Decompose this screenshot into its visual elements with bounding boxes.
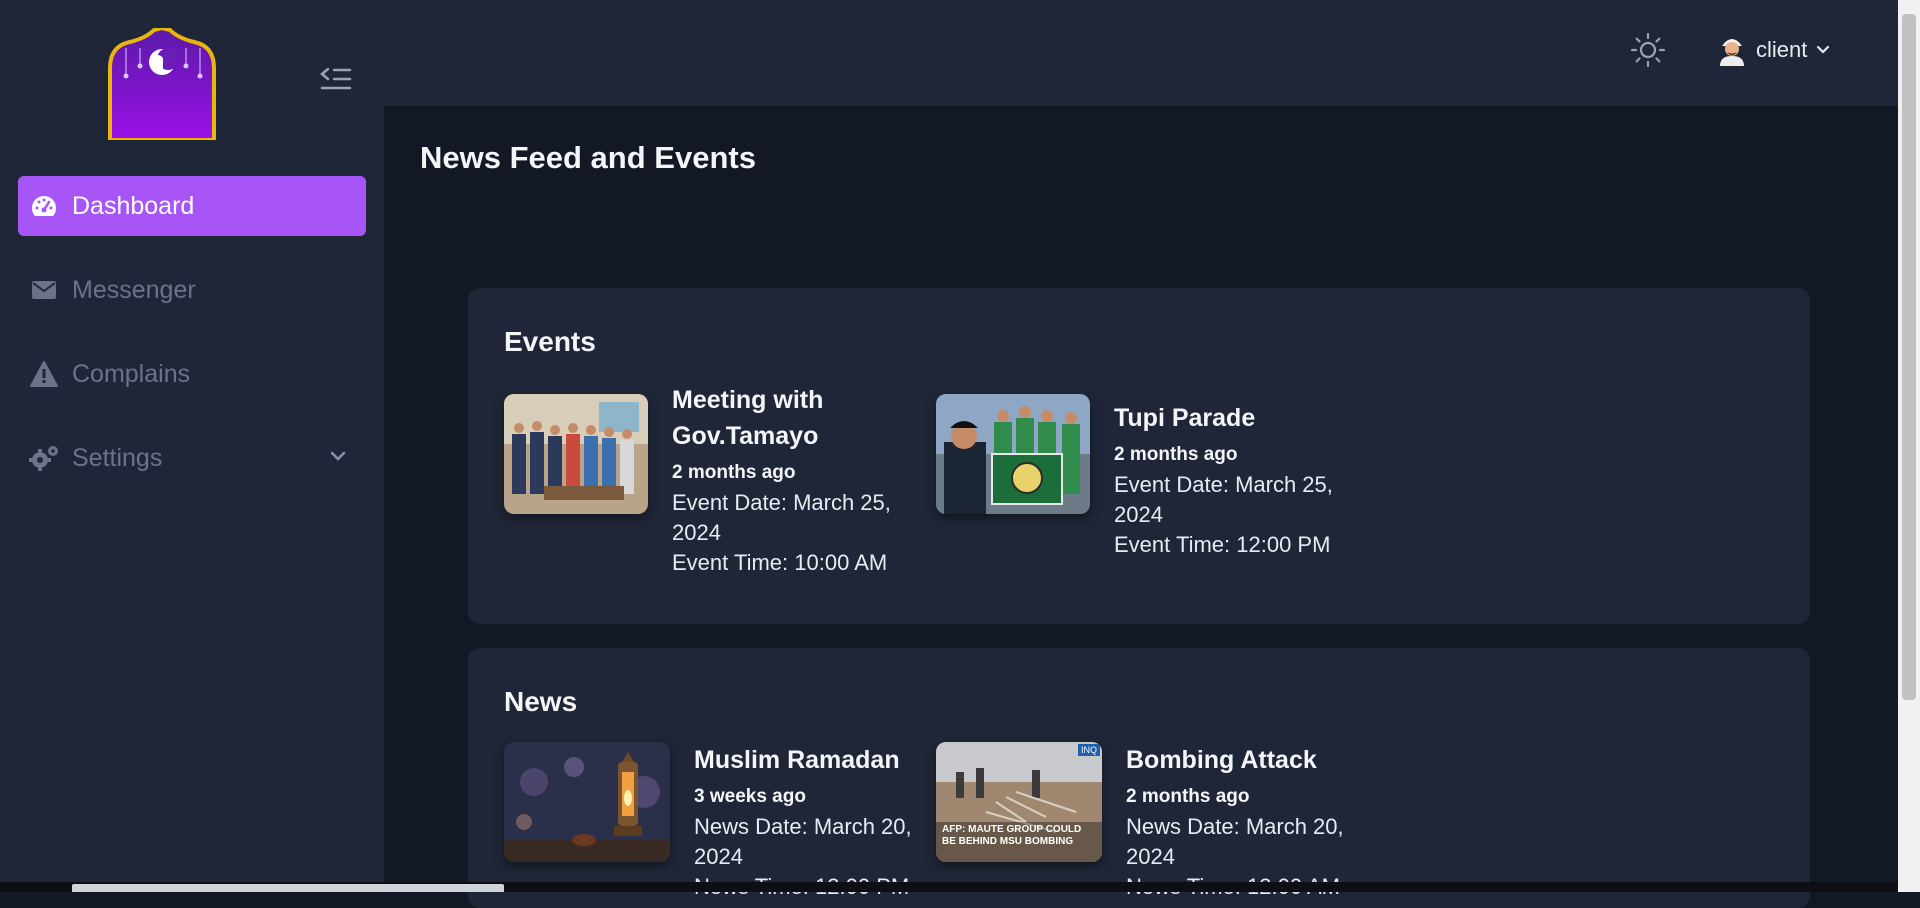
news-image: INQ AFP: MAUTE GROUP COULD BE BEHIND MSU… [936, 742, 1102, 862]
event-image [504, 394, 648, 514]
event-date: Event Date: March 25, 2024 [1114, 472, 1333, 527]
page-title: News Feed and Events [420, 140, 756, 175]
user-name: client [1756, 37, 1808, 62]
events-card: Events Meeting with Gov.Tamayo 2 months … [468, 288, 1810, 624]
event-item[interactable]: Meeting with Gov.Tamayo 2 months ago Eve… [504, 382, 912, 578]
gears-icon [28, 442, 60, 474]
sidebar-item-complains[interactable]: Complains [18, 344, 366, 404]
news-relative-time: 3 weeks ago [694, 786, 806, 807]
news-image [504, 742, 670, 862]
sidebar-item-dashboard[interactable]: Dashboard [18, 176, 366, 236]
scrollbar-thumb[interactable] [1902, 14, 1916, 700]
news-title[interactable]: Muslim Ramadan [694, 742, 914, 778]
news-image-caption: AFP: MAUTE GROUP COULD BE BEHIND MSU BOM… [942, 824, 1082, 847]
event-relative-time: 2 months ago [1114, 444, 1238, 465]
news-image-badge: INQ [1077, 744, 1100, 756]
news-relative-time: 2 months ago [1126, 786, 1250, 807]
bottom-bar [0, 882, 1898, 892]
vertical-scrollbar[interactable] [1898, 0, 1920, 892]
dashboard-gauge-icon [28, 190, 60, 222]
mosque-logo [108, 28, 216, 140]
chevron-down-icon [1817, 45, 1830, 54]
sidebar-item-label: Complains [72, 359, 191, 388]
event-title[interactable]: Meeting with Gov.Tamayo [672, 382, 912, 454]
sidebar-item-label: Settings [72, 443, 163, 472]
event-title[interactable]: Tupi Parade [1114, 400, 1354, 436]
events-heading: Events [504, 326, 596, 357]
news-item[interactable]: Muslim Ramadan 3 weeks ago News Date: Ma… [504, 742, 914, 902]
warning-triangle-icon [28, 358, 60, 390]
bottom-tab[interactable] [72, 884, 504, 892]
sidebar-item-label: Dashboard [72, 191, 195, 220]
news-heading: News [504, 686, 578, 717]
news-date: News Date: March 20, 2024 [694, 814, 912, 869]
news-item[interactable]: INQ AFP: MAUTE GROUP COULD BE BEHIND MSU… [936, 742, 1356, 902]
news-card: News Muslim Ramadan 3 weeks ago News Dat… [468, 648, 1810, 908]
collapse-sidebar-button[interactable] [318, 64, 354, 94]
sidebar-item-label: Messenger [72, 275, 196, 304]
event-time: Event Time: 12:00 PM [1114, 532, 1331, 557]
envelope-icon [28, 274, 60, 306]
top-header [384, 0, 1898, 106]
news-date: News Date: March 20, 2024 [1126, 814, 1344, 869]
event-image [936, 394, 1090, 514]
event-date: Event Date: March 25, 2024 [672, 490, 891, 545]
sidebar-item-settings[interactable]: Settings [18, 428, 366, 488]
avatar [1720, 39, 1744, 66]
sidebar: Dashboard Messenger Complains Settings [0, 0, 384, 892]
event-time: Event Time: 10:00 AM [672, 550, 888, 575]
menu-collapse-icon [320, 67, 352, 90]
news-title[interactable]: Bombing Attack [1126, 742, 1356, 778]
sun-icon [1630, 32, 1666, 68]
chevron-down-icon [330, 451, 346, 461]
event-relative-time: 2 months ago [672, 462, 796, 483]
user-menu[interactable]: client [1718, 32, 1831, 68]
sidebar-item-messenger[interactable]: Messenger [18, 260, 366, 320]
theme-toggle-button[interactable] [1630, 32, 1666, 68]
event-item[interactable]: Tupi Parade 2 months ago Event Date: Mar… [936, 394, 1354, 560]
